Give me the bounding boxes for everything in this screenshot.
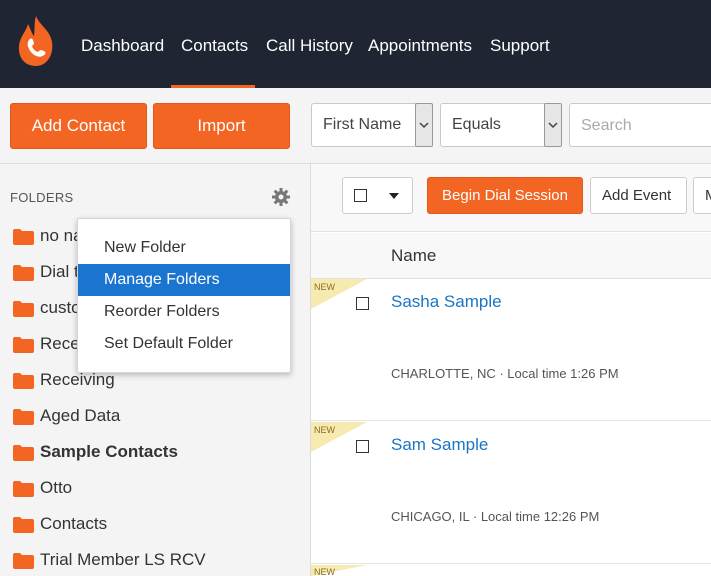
- folder-label: custo: [40, 298, 81, 317]
- top-nav: Dashboard Contacts Call History Appointm…: [0, 0, 711, 88]
- search-placeholder: Search: [581, 117, 632, 134]
- table-row[interactable]: [311, 279, 711, 421]
- filter-field-value: First Name: [323, 116, 402, 133]
- table-header: [311, 233, 711, 279]
- flame-phone-logo-icon[interactable]: [16, 14, 56, 68]
- folder-label: Otto: [40, 478, 73, 497]
- select-all-dropdown[interactable]: [342, 177, 413, 214]
- contact-name-link[interactable]: Sam Sample: [391, 435, 488, 455]
- folder-icon: [13, 301, 34, 317]
- folder-icon: [13, 517, 34, 533]
- nav-active-indicator: [171, 85, 255, 88]
- folder-label: Sample Contacts: [40, 442, 178, 461]
- folder-icon: [13, 265, 34, 281]
- nav-call-history[interactable]: Call History: [266, 36, 353, 56]
- table-row[interactable]: [311, 422, 711, 564]
- folder-icon: [13, 481, 34, 497]
- contact-location-time: CHICAGO, IL · Local time 12:26 PM: [391, 509, 600, 524]
- select-all-checkbox[interactable]: [354, 189, 367, 202]
- folder-label: Trial Member LS RCV: [40, 550, 206, 569]
- nav-dashboard[interactable]: Dashboard: [81, 36, 164, 56]
- folder-icon: [13, 553, 34, 569]
- contact-name-link[interactable]: Sasha Sample: [391, 292, 502, 312]
- contact-location-time: CHARLOTTE, NC · Local time 1:26 PM: [391, 366, 619, 381]
- folder-icon: [13, 409, 34, 425]
- new-badge-label: NEW: [314, 567, 335, 576]
- folder-label: Rece: [40, 334, 80, 353]
- nav-contacts[interactable]: Contacts: [181, 36, 248, 56]
- folder-icon: [13, 229, 34, 245]
- folder-icon: [13, 445, 34, 461]
- contact-location: CHICAGO, IL: [391, 509, 470, 524]
- nav-support[interactable]: Support: [490, 36, 550, 56]
- add-event-button[interactable]: Add Event: [590, 177, 687, 214]
- more-actions-button[interactable]: M: [693, 177, 711, 214]
- new-badge-label: NEW: [314, 425, 335, 435]
- new-badge-label: NEW: [314, 282, 335, 292]
- import-button[interactable]: Import: [153, 103, 290, 149]
- caret-down-icon[interactable]: [389, 193, 399, 199]
- contact-local-time: Local time 12:26 PM: [480, 509, 600, 524]
- menu-item-reorder-folders[interactable]: Reorder Folders: [78, 296, 290, 328]
- menu-item-new-folder[interactable]: New Folder: [78, 232, 290, 264]
- folder-icon: [13, 337, 34, 353]
- column-header-name[interactable]: Name: [391, 246, 436, 266]
- nav-appointments[interactable]: Appointments: [368, 36, 472, 56]
- menu-item-manage-folders[interactable]: Manage Folders: [78, 264, 290, 296]
- folder-label: Receiving: [40, 370, 115, 389]
- menu-item-set-default-folder[interactable]: Set Default Folder: [78, 328, 290, 360]
- folder-label: Dial t: [40, 262, 79, 281]
- folder-label: Aged Data: [40, 406, 121, 425]
- folder-icon: [13, 373, 34, 389]
- folder-label: Contacts: [40, 514, 108, 533]
- gear-icon[interactable]: [271, 187, 291, 207]
- chevron-down-icon[interactable]: [544, 103, 562, 147]
- filter-field-select[interactable]: First Name: [311, 103, 433, 147]
- row-checkbox[interactable]: [356, 440, 369, 453]
- add-contact-button[interactable]: Add Contact: [10, 103, 147, 149]
- filter-operator-value: Equals: [452, 116, 501, 133]
- table-row[interactable]: [311, 565, 711, 576]
- contact-local-time: Local time 1:26 PM: [507, 366, 619, 381]
- contact-location: CHARLOTTE, NC: [391, 366, 496, 381]
- chevron-down-icon[interactable]: [415, 103, 433, 147]
- row-checkbox[interactable]: [356, 297, 369, 310]
- filter-operator-select[interactable]: Equals: [440, 103, 562, 147]
- folders-heading: FOLDERS: [10, 190, 74, 205]
- search-input[interactable]: Search: [569, 103, 711, 147]
- folder-options-menu: New Folder Manage Folders Reorder Folder…: [77, 218, 291, 373]
- begin-dial-session-button[interactable]: Begin Dial Session: [427, 177, 583, 214]
